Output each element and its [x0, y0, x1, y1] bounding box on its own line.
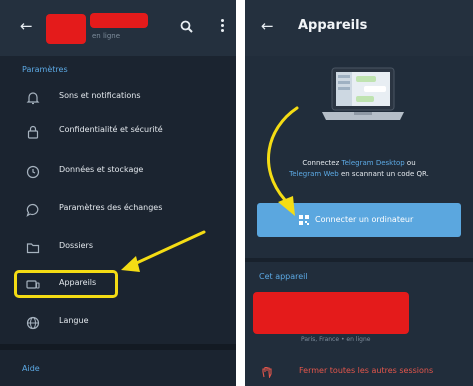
menu-item-label: Sons et notifications — [59, 91, 141, 100]
connect-button-label: Connecter un ordinateur — [315, 215, 414, 224]
menu-item-label: Paramètres des échanges — [59, 203, 163, 212]
this-device-title: Cet appareil — [259, 272, 308, 281]
menu-item-language[interactable]: Langue — [0, 305, 236, 339]
avatar-redacted — [46, 14, 86, 44]
online-status: en ligne — [92, 32, 121, 40]
menu-item-folders[interactable]: Dossiers — [0, 230, 236, 264]
settings-section-title: Paramètres — [22, 65, 68, 74]
menu-item-label: Confidentialité et sécurité — [59, 125, 163, 134]
page-title: Appareils — [298, 18, 368, 33]
menu-item-label: Dossiers — [59, 241, 93, 250]
section-divider — [245, 258, 473, 262]
bell-icon — [26, 90, 40, 105]
lock-icon — [26, 124, 40, 139]
devices-highlight-box — [14, 270, 118, 298]
telegram-web-link[interactable]: Telegram Web — [289, 170, 339, 178]
more-vert-icon[interactable] — [221, 19, 225, 34]
settings-header: ← en ligne — [0, 0, 236, 56]
clock-icon — [26, 164, 40, 179]
hand-stop-icon — [262, 366, 272, 378]
menu-item-chat-settings[interactable]: Paramètres des échanges — [0, 192, 236, 226]
folder-icon — [26, 240, 40, 254]
qr-code-icon — [299, 215, 309, 225]
device-status: Paris, France • en ligne — [301, 336, 371, 343]
devices-screen: ← Appareils Connectez Telegram Desktop o… — [245, 0, 473, 386]
menu-item-label: Langue — [59, 316, 89, 325]
terminate-sessions-label: Fermer toutes les autres sessions — [299, 366, 434, 375]
section-divider — [0, 344, 236, 350]
devices-description: Connectez Telegram Desktop ou Telegram W… — [289, 159, 429, 178]
menu-item-privacy[interactable]: Confidentialité et sécurité — [0, 114, 236, 148]
telegram-desktop-link[interactable]: Telegram Desktop — [342, 159, 405, 167]
menu-item-label: Données et stockage — [59, 165, 144, 174]
name-redacted — [90, 13, 148, 28]
connect-desktop-button[interactable]: Connecter un ordinateur — [257, 203, 461, 237]
arrow-left-icon[interactable]: ← — [261, 18, 274, 34]
arrow-left-icon[interactable]: ← — [20, 18, 33, 34]
chat-bubble-icon — [26, 202, 40, 217]
menu-item-notifications[interactable]: Sons et notifications — [0, 80, 236, 114]
search-icon[interactable] — [180, 20, 193, 37]
help-section-title: Aide — [22, 364, 40, 373]
terminate-sessions-button[interactable]: Fermer toutes les autres sessions — [245, 358, 473, 386]
laptop-illustration — [322, 67, 404, 120]
menu-item-data-storage[interactable]: Données et stockage — [0, 154, 236, 188]
settings-screen: ← en ligne Paramètres Sons et notificati… — [0, 0, 236, 386]
device-name-redacted — [253, 292, 409, 334]
devices-header: ← Appareils — [245, 0, 473, 56]
globe-icon — [26, 315, 40, 330]
